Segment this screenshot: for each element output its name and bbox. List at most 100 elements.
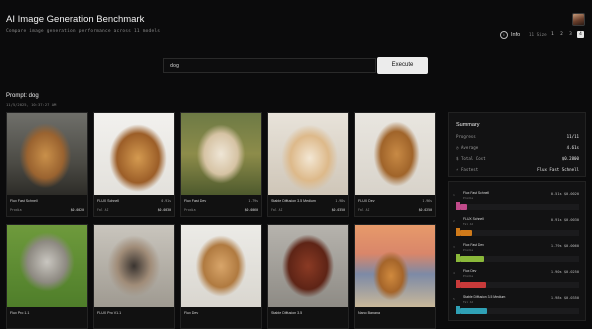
summary-value: 4.61s: [566, 145, 579, 150]
model-name: FLUX Dev: [358, 199, 375, 203]
result-card[interactable]: Flux Pro 1.1: [6, 224, 88, 329]
model-name: Flux Fast Dev: [184, 199, 207, 203]
prompt-input-value: dog: [170, 63, 180, 69]
rank: 3: [453, 245, 455, 249]
result-row[interactable]: 1 Flux Fast Schnell Prodia 0.51s $0.0020: [453, 191, 581, 211]
result-model: Flux Fast Dev: [463, 243, 484, 247]
rank: 2: [453, 219, 455, 223]
dog-image: [268, 113, 348, 195]
results-panel: 1 Flux Fast Schnell Prodia 0.51s $0.0020…: [448, 181, 586, 321]
time-value: 1.96s: [422, 199, 432, 203]
result-card[interactable]: Stable Diffusion 3.5 Medium Fal AI 1.98s…: [267, 112, 349, 217]
model-name: Stable Diffusion 3.5: [271, 311, 303, 315]
dog-image: [181, 225, 261, 307]
result-time-cost: 1.79s $0.0060: [550, 244, 579, 248]
app-title: AI Image Generation Benchmark: [6, 14, 145, 25]
grid-size-label: 11 Size: [529, 32, 547, 37]
result-row[interactable]: 2 FLUX Schnell Fal AI 0.91s $0.0030: [453, 217, 581, 237]
dog-image: [7, 225, 87, 307]
result-time-cost: 0.51s $0.0020: [550, 192, 579, 196]
provider-name: Fal AI: [97, 208, 109, 212]
model-name: FLUX Schnell: [97, 199, 119, 203]
result-model: Stable Diffusion 3.5 Medium: [463, 295, 506, 299]
model-name: Flux Dev: [184, 311, 199, 315]
page-3-button[interactable]: 3: [567, 31, 574, 38]
app-subtitle: Compare image generation performance acr…: [6, 29, 161, 34]
time-value: 1.79s: [248, 199, 258, 203]
rank: 4: [453, 271, 455, 275]
summary-label: $ Total Cost: [456, 156, 486, 161]
time-bar-track: [460, 204, 579, 210]
cost-value: $0.0250: [418, 208, 432, 212]
dog-image: [7, 113, 87, 195]
time-bar: [460, 204, 467, 210]
dog-image: [355, 113, 435, 195]
result-provider: Fal AI: [463, 222, 474, 226]
summary-panel: Summary Progress 11/11 ◷ Average 4.61s $…: [448, 112, 586, 177]
summary-label: ◷ Average: [456, 145, 479, 150]
summary-total-cost: $ Total Cost $0.2800: [456, 156, 579, 161]
dog-image: [355, 225, 435, 307]
cost-value: $0.0020: [70, 208, 84, 212]
summary-fastest: ⚡ Fastest Flux Fast Schnell: [456, 167, 579, 172]
result-row[interactable]: 5 Stable Diffusion 3.5 Medium Fal AI 1.9…: [453, 295, 581, 315]
dog-image: [181, 113, 261, 195]
provider-name: Fal AI: [358, 208, 370, 212]
dog-image: [268, 225, 348, 307]
result-card[interactable]: FLUX Dev Fal AI 1.96s $0.0250: [354, 112, 436, 217]
time-bar-track: [460, 230, 579, 236]
result-card[interactable]: Stable Diffusion 3.5: [267, 224, 349, 329]
result-provider: Prodia: [463, 248, 474, 252]
rank: 1: [453, 193, 455, 197]
summary-value: 11/11: [566, 134, 579, 139]
model-name: FLUX Pro V1.1: [97, 311, 122, 315]
info-icon: i: [500, 31, 508, 39]
result-card[interactable]: Nano Banana: [354, 224, 436, 329]
cost-value: $0.0060: [244, 208, 258, 212]
page-4-button[interactable]: 4: [577, 31, 584, 38]
result-card[interactable]: Flux Fast Schnell Prodia $0.0020: [6, 112, 88, 217]
prompt-input[interactable]: dog: [163, 58, 376, 73]
cost-value: $0.0030: [157, 208, 171, 212]
result-model: Flux Dev: [463, 269, 477, 273]
prompt-timestamp: 11/5/2025, 10:37:27 AM: [6, 102, 57, 107]
provider-name: Fal AI: [271, 208, 283, 212]
summary-progress: Progress 11/11: [456, 134, 579, 139]
result-time-cost: 1.90s $0.0250: [550, 270, 579, 274]
avatar[interactable]: [572, 13, 585, 26]
summary-label: Progress: [456, 134, 476, 139]
time-bar: [460, 256, 484, 262]
time-bar: [460, 308, 487, 314]
result-provider: Prodia: [463, 274, 474, 278]
model-name: Flux Pro 1.1: [10, 311, 30, 315]
result-model: FLUX Schnell: [463, 217, 484, 221]
result-provider: Prodia: [463, 196, 474, 200]
model-name: Nano Banana: [358, 311, 380, 315]
rank: 5: [453, 297, 455, 301]
time-bar: [460, 230, 472, 236]
info-button[interactable]: i Info: [500, 31, 520, 39]
summary-label: ⚡ Fastest: [456, 167, 479, 172]
result-row[interactable]: 3 Flux Fast Dev Prodia 1.79s $0.0060: [453, 243, 581, 263]
summary-value: $0.2800: [561, 156, 579, 161]
dog-image: [94, 225, 174, 307]
execute-button[interactable]: Execute: [377, 57, 428, 74]
prompt-heading: Prompt: dog: [6, 93, 39, 99]
model-name: Stable Diffusion 3.5 Medium: [271, 199, 316, 203]
page-2-button[interactable]: 2: [558, 31, 565, 38]
summary-average: ◷ Average 4.61s: [456, 145, 579, 150]
result-card[interactable]: FLUX Schnell Fal AI 0.91s $0.0030: [93, 112, 175, 217]
result-time-cost: 1.98s $0.0350: [550, 296, 579, 300]
summary-title: Summary: [456, 122, 480, 128]
page-1-button[interactable]: 1: [549, 31, 556, 38]
cost-value: $0.0350: [331, 208, 345, 212]
time-value: 0.91s: [161, 199, 171, 203]
result-card[interactable]: Flux Fast Dev Prodia 1.79s $0.0060: [180, 112, 262, 217]
result-provider: Fal AI: [463, 300, 474, 304]
provider-name: Prodia: [184, 208, 196, 212]
dog-image: [94, 113, 174, 195]
result-card[interactable]: Flux Dev: [180, 224, 262, 329]
info-label: Info: [511, 32, 521, 38]
result-card[interactable]: FLUX Pro V1.1: [93, 224, 175, 329]
result-row[interactable]: 4 Flux Dev Prodia 1.90s $0.0250: [453, 269, 581, 289]
